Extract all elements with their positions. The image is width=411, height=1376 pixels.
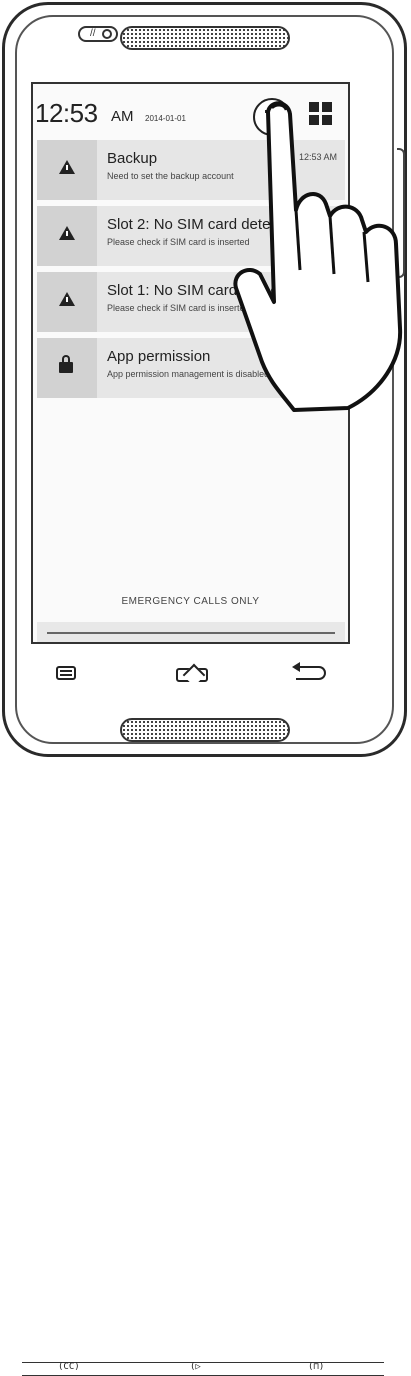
menu-key-icon	[56, 666, 76, 680]
status-date: 2014-01-01	[145, 114, 186, 123]
front-camera: //	[78, 26, 118, 42]
back-key[interactable]	[292, 662, 346, 686]
back-key-icon	[292, 662, 326, 680]
key-label: (▷	[190, 1362, 201, 1372]
notification-title: Backup	[107, 150, 158, 167]
shade-drag-handle[interactable]	[37, 622, 345, 642]
bottom-speaker	[120, 718, 290, 742]
earpiece-speaker	[120, 26, 290, 50]
clock-time: 12:53	[35, 98, 98, 128]
emergency-calls-text: EMERGENCY CALLS ONLY	[121, 596, 260, 607]
warning-icon	[59, 160, 75, 174]
notification-subtitle: Need to set the backup account	[107, 171, 234, 181]
hardware-keys: (CC) (▷ (⊓)	[20, 662, 390, 1376]
camera-lens-icon	[102, 29, 112, 39]
clock-ampm: AM	[111, 108, 134, 125]
warning-icon	[59, 292, 75, 306]
key-label-strip: (CC) (▷ (⊓)	[22, 1362, 384, 1376]
notification-subtitle: Please check if SIM card is inserted	[107, 237, 250, 247]
key-label: (⊓)	[308, 1362, 325, 1372]
pointing-hand-icon	[233, 101, 403, 412]
notification-title: App permission	[107, 348, 211, 365]
key-label: (CC)	[58, 1362, 80, 1372]
warning-icon	[59, 226, 75, 240]
home-key[interactable]	[176, 662, 226, 687]
lock-icon	[59, 355, 73, 373]
notification-subtitle: Please check if SIM card is inserted	[107, 303, 250, 313]
menu-key[interactable]	[50, 662, 100, 686]
home-key-icon	[176, 663, 208, 687]
